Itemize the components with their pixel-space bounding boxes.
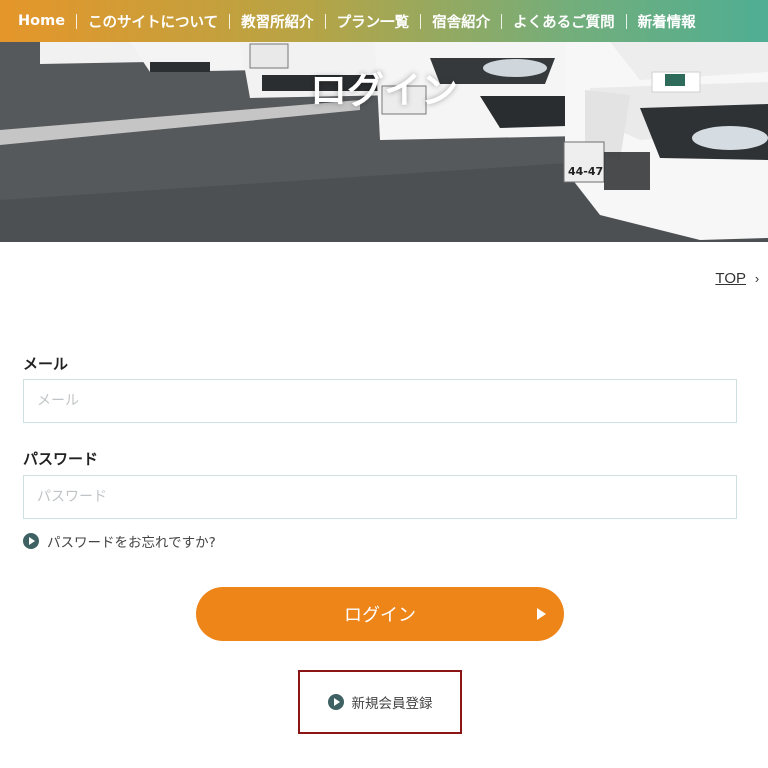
password-field[interactable]	[23, 475, 737, 519]
nav-item-plans[interactable]: プラン一覧	[337, 11, 410, 32]
forgot-password-label: パスワードをお忘れですか?	[47, 535, 216, 551]
login-page: 44-47 Home このサイトについて 教習所紹介 プラン一覧 宿舎紹介 よく…	[0, 0, 768, 768]
hero-banner: 44-47 Home このサイトについて 教習所紹介 プラン一覧 宿舎紹介 よく…	[0, 0, 768, 242]
register-link[interactable]: 新規会員登録	[327, 692, 433, 712]
nav-item-schools[interactable]: 教習所紹介	[241, 11, 314, 32]
nav-item-lodging[interactable]: 宿舎紹介	[432, 11, 490, 32]
email-label: メール	[23, 355, 69, 373]
breadcrumb: TOP ›	[715, 270, 768, 287]
login-button[interactable]: ログイン	[196, 587, 564, 641]
nav-item-home[interactable]: Home	[18, 13, 65, 29]
nav-divider	[76, 13, 78, 29]
nav-divider	[501, 13, 503, 29]
nav-divider	[625, 13, 627, 29]
breadcrumb-top-link[interactable]: TOP	[715, 270, 746, 287]
nav-item-about[interactable]: このサイトについて	[88, 11, 218, 32]
forgot-password-link[interactable]: パスワードをお忘れですか?	[23, 531, 216, 551]
password-label: パスワード	[23, 450, 99, 468]
nav-divider	[420, 13, 422, 29]
email-field[interactable]	[23, 379, 737, 423]
nav-item-news[interactable]: 新着情報	[638, 11, 696, 32]
play-circle-icon	[23, 533, 39, 549]
chevron-right-icon: ›	[754, 271, 760, 286]
nav-divider	[324, 13, 326, 29]
register-label: 新規会員登録	[351, 696, 433, 712]
nav-divider	[229, 13, 231, 29]
top-navigation: Home このサイトについて 教習所紹介 プラン一覧 宿舎紹介 よくあるご質問 …	[0, 0, 768, 42]
license-plate: 44-47	[568, 165, 603, 178]
triangle-right-icon	[537, 608, 546, 620]
page-title: ログイン	[310, 69, 458, 112]
nav-item-faq[interactable]: よくあるご質問	[513, 11, 615, 32]
play-circle-icon	[327, 694, 344, 710]
register-highlight-box: 新規会員登録	[298, 670, 462, 734]
login-button-label: ログイン	[344, 605, 416, 626]
